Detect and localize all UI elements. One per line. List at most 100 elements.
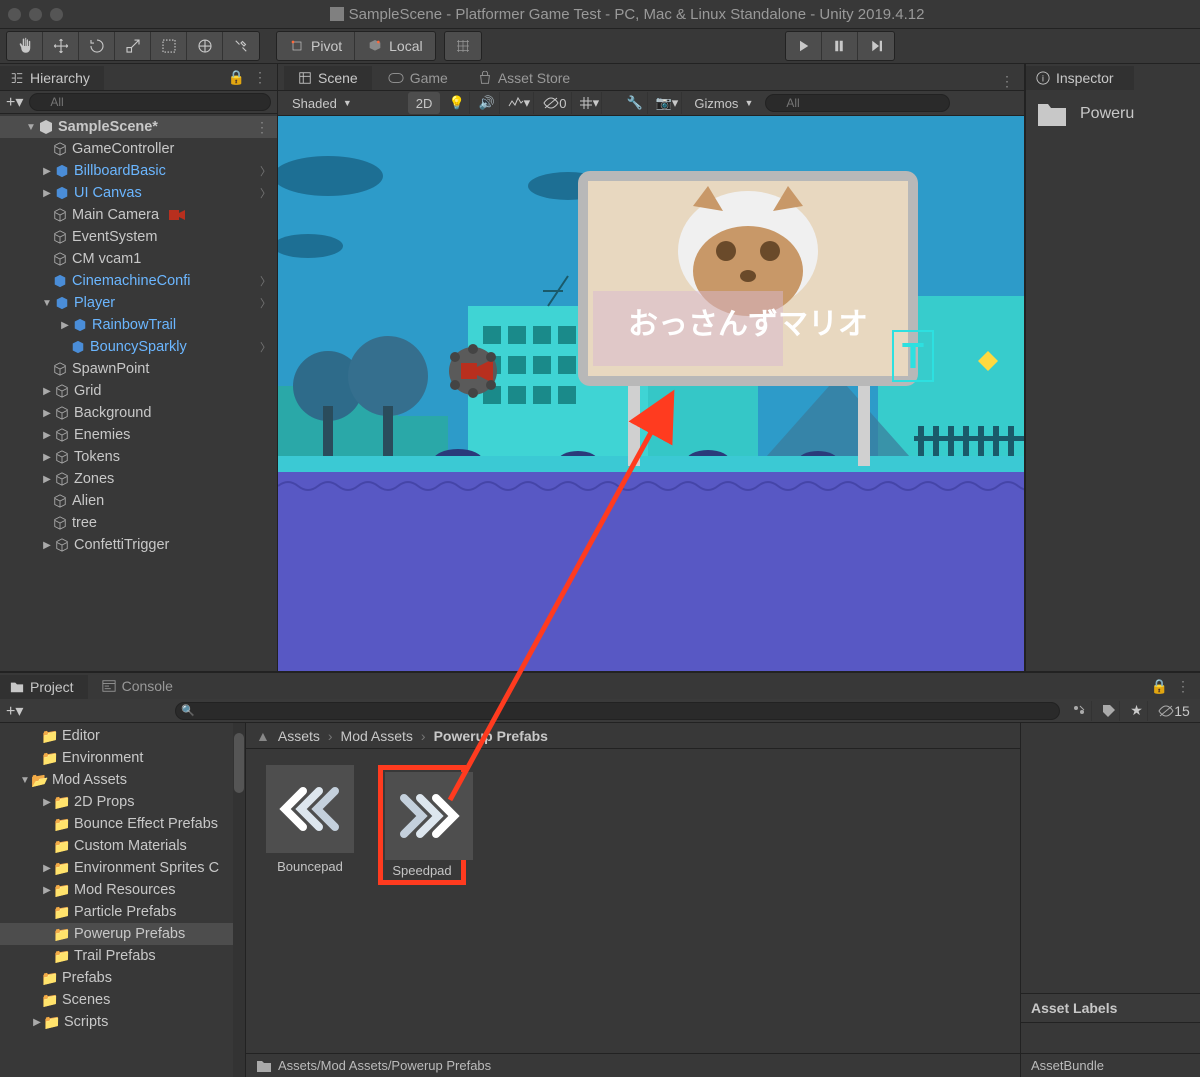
- tab-project[interactable]: Project: [0, 673, 88, 699]
- console-icon: [102, 679, 116, 693]
- hierarchy-item[interactable]: SpawnPoint: [0, 358, 277, 380]
- scene-viewport[interactable]: T おっさんずマリオ: [278, 116, 1024, 671]
- hierarchy-item[interactable]: BouncySparkly〉: [0, 336, 277, 358]
- window-controls[interactable]: [8, 8, 63, 21]
- tab-asset-store[interactable]: Asset Store: [464, 66, 584, 90]
- fx-toggle[interactable]: ▾: [504, 92, 534, 114]
- play-button[interactable]: [786, 32, 822, 60]
- lock-icon[interactable]: 🔒: [228, 69, 245, 86]
- unity-logo-icon: [330, 7, 344, 21]
- asset-labels-header[interactable]: Asset Labels: [1021, 993, 1200, 1023]
- gizmos-dropdown[interactable]: Gizmos▼: [686, 92, 761, 114]
- camera-icon[interactable]: 📷▾: [652, 92, 682, 114]
- asset-bouncepad[interactable]: Bouncepad: [266, 765, 354, 874]
- hierarchy-search-input[interactable]: [29, 93, 271, 111]
- hierarchy-item[interactable]: EventSystem: [0, 226, 277, 248]
- scene-node[interactable]: ▼ SampleScene* ⋮: [0, 116, 277, 138]
- grid-snap[interactable]: [445, 32, 481, 60]
- hierarchy-item[interactable]: CinemachineConfi〉: [0, 270, 277, 292]
- folder-item[interactable]: 📁Bounce Effect Prefabs: [0, 813, 245, 835]
- scene-content: T おっさんずマリオ: [278, 116, 1024, 671]
- hierarchy-item[interactable]: ▶Zones: [0, 468, 277, 490]
- folder-item[interactable]: 📁Editor: [0, 725, 245, 747]
- audio-toggle[interactable]: 🔊: [474, 92, 500, 114]
- pivot-toggle[interactable]: Pivot: [277, 32, 355, 60]
- minimize-window-icon[interactable]: [29, 8, 42, 21]
- create-dropdown[interactable]: +▾: [6, 92, 23, 112]
- step-button[interactable]: [858, 32, 894, 60]
- project-search-input[interactable]: [175, 702, 1060, 720]
- folder-item[interactable]: ▶📁2D Props: [0, 791, 245, 813]
- tab-hierarchy[interactable]: Hierarchy: [0, 64, 104, 90]
- transform-tool[interactable]: [187, 32, 223, 60]
- folder-item[interactable]: 📁Custom Materials: [0, 835, 245, 857]
- shading-mode-dropdown[interactable]: Shaded▼: [284, 92, 360, 114]
- filter-by-label[interactable]: [1098, 701, 1120, 721]
- search-icon: 🔍: [181, 704, 195, 717]
- create-dropdown[interactable]: +▾: [6, 701, 23, 721]
- hierarchy-item[interactable]: GameController: [0, 138, 277, 160]
- breadcrumb-item[interactable]: Powerup Prefabs: [434, 728, 548, 744]
- scale-tool[interactable]: [115, 32, 151, 60]
- lighting-toggle[interactable]: 💡: [444, 92, 470, 114]
- scene-menu-icon[interactable]: ⋮: [255, 119, 269, 136]
- hierarchy-item[interactable]: ▼Player〉: [0, 292, 277, 314]
- breadcrumb-item[interactable]: Assets: [278, 728, 320, 744]
- hierarchy-item[interactable]: ▶RainbowTrail: [0, 314, 277, 336]
- scene-search-input[interactable]: [765, 94, 950, 112]
- hand-tool[interactable]: [7, 32, 43, 60]
- favorite-icon[interactable]: ★: [1126, 701, 1148, 721]
- tab-scene[interactable]: Scene: [284, 66, 372, 90]
- folder-item[interactable]: 📁Prefabs: [0, 967, 245, 989]
- folder-item[interactable]: 📁Environment: [0, 747, 245, 769]
- tab-game[interactable]: Game: [374, 66, 462, 90]
- grid-toggle[interactable]: ▾: [576, 92, 602, 114]
- hierarchy-item[interactable]: Main Camera: [0, 204, 277, 226]
- pause-button[interactable]: [822, 32, 858, 60]
- hierarchy-item[interactable]: ▶Background: [0, 402, 277, 424]
- local-toggle[interactable]: Local: [355, 32, 434, 60]
- rect-tool[interactable]: [151, 32, 187, 60]
- move-tool[interactable]: [43, 32, 79, 60]
- breadcrumb-item[interactable]: Mod Assets: [341, 728, 413, 744]
- asset-grid[interactable]: Bouncepad Speedpad: [246, 749, 1020, 1053]
- back-icon[interactable]: ▲: [256, 728, 270, 744]
- info-icon: i: [1036, 71, 1050, 85]
- asset-speedpad[interactable]: Speedpad: [378, 765, 466, 885]
- folder-item[interactable]: ▶📁Environment Sprites C: [0, 857, 245, 879]
- hierarchy-item[interactable]: ▶Enemies: [0, 424, 277, 446]
- tab-console[interactable]: Console: [88, 673, 187, 699]
- hierarchy-item[interactable]: ▶BillboardBasic〉: [0, 160, 277, 182]
- folder-item[interactable]: 📁Particle Prefabs: [0, 901, 245, 923]
- hierarchy-item[interactable]: ▶Tokens: [0, 446, 277, 468]
- folder-item[interactable]: ▶📁Scripts: [0, 1011, 245, 1033]
- hierarchy-item[interactable]: ▶Grid: [0, 380, 277, 402]
- folder-item-selected[interactable]: 📁Powerup Prefabs: [0, 923, 245, 945]
- folder-item[interactable]: ▼📂Mod Assets: [0, 769, 245, 791]
- panel-menu-icon[interactable]: ⋮: [1000, 73, 1014, 90]
- lock-icon[interactable]: 🔒: [1151, 678, 1168, 695]
- hierarchy-item[interactable]: ▶UI Canvas〉: [0, 182, 277, 204]
- 2d-toggle[interactable]: 2D: [408, 92, 441, 114]
- hierarchy-item[interactable]: Alien: [0, 490, 277, 512]
- folder-item[interactable]: ▶📁Mod Resources: [0, 879, 245, 901]
- tab-inspector[interactable]: i Inspector: [1026, 64, 1134, 90]
- custom-tool[interactable]: [223, 32, 259, 60]
- hierarchy-item[interactable]: tree: [0, 512, 277, 534]
- panel-menu-icon[interactable]: ⋮: [253, 69, 267, 86]
- hierarchy-item[interactable]: CM vcam1: [0, 248, 277, 270]
- panel-menu-icon[interactable]: ⋮: [1176, 678, 1190, 695]
- filter-by-type[interactable]: [1066, 701, 1092, 721]
- folder-item[interactable]: 📁Trail Prefabs: [0, 945, 245, 967]
- hierarchy-tree[interactable]: ▼ SampleScene* ⋮ GameController ▶Billboa…: [0, 114, 277, 671]
- close-window-icon[interactable]: [8, 8, 21, 21]
- maximize-window-icon[interactable]: [50, 8, 63, 21]
- tools-icon[interactable]: 🔧: [622, 92, 648, 114]
- project-tree[interactable]: 📁Editor 📁Environment ▼📂Mod Assets ▶📁2D P…: [0, 723, 246, 1077]
- hidden-count[interactable]: 15: [1154, 701, 1194, 721]
- rotate-tool[interactable]: [79, 32, 115, 60]
- folder-item[interactable]: 📁Scenes: [0, 989, 245, 1011]
- hierarchy-item[interactable]: ▶ConfettiTrigger: [0, 534, 277, 556]
- hidden-toggle[interactable]: 0: [538, 92, 572, 114]
- status-path: Assets/Mod Assets/Powerup Prefabs: [278, 1058, 491, 1073]
